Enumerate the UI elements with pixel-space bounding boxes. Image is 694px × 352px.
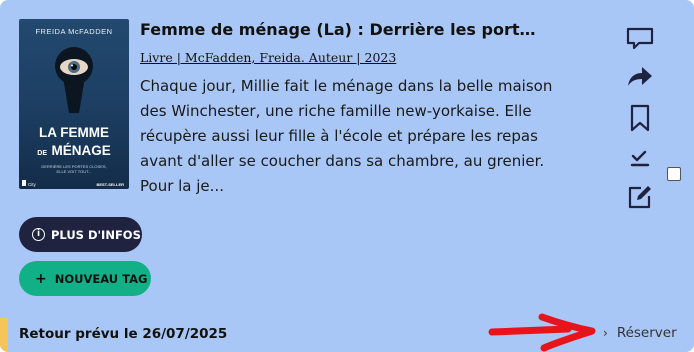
more-info-label: PLUS D'INFOS [51, 227, 141, 242]
select-checkbox[interactable] [667, 167, 681, 181]
chevron-right-icon: › [603, 326, 608, 340]
annotation-arrow [488, 313, 596, 352]
return-date: Retour prévu le 26/07/2025 [19, 326, 228, 342]
share-icon[interactable] [626, 63, 654, 91]
checklist-icon[interactable] [626, 145, 654, 173]
cover-title-line1: LA FEMME [39, 125, 109, 140]
cover-title-menage: MÉNAGE [51, 143, 110, 158]
comment-icon[interactable] [626, 25, 654, 53]
cover-author: FREIDA McFADDEN [35, 27, 112, 36]
cover-badge: BEST-SELLER [96, 182, 124, 187]
bookmark-icon[interactable] [626, 104, 654, 132]
footer-accent-bar [0, 318, 8, 352]
new-tag-label: NOUVEAU TAG [54, 271, 148, 286]
cover-tagline-2: ELLE VOIT TOUT... [57, 169, 92, 174]
book-description: Chaque jour, Millie fait le ménage dans … [140, 77, 553, 195]
more-info-button[interactable]: i PLUS D'INFOS [19, 217, 142, 252]
book-card: FREIDA McFADDEN LA FEMME DE MÉNAGE DERRI… [0, 0, 694, 352]
reserve-label: Réserver [616, 325, 677, 341]
info-icon: i [32, 228, 45, 241]
book-title[interactable]: Femme de ménage (La) : Derrière les port… [140, 20, 540, 39]
cover-title-de: DE [37, 150, 47, 157]
reserve-link[interactable]: › Réserver [603, 325, 677, 341]
plus-icon: + [35, 270, 47, 287]
svg-text:DE MÉNAGE: DE MÉNAGE [37, 142, 110, 159]
book-meta-link[interactable]: Livre | McFadden, Freida. Auteur | 2023 [140, 50, 396, 65]
edit-icon[interactable] [626, 183, 654, 211]
book-cover[interactable]: FREIDA McFADDEN LA FEMME DE MÉNAGE DERRI… [19, 19, 129, 189]
new-tag-button[interactable]: + NOUVEAU TAG [19, 261, 151, 296]
cover-publisher: City [28, 182, 36, 187]
